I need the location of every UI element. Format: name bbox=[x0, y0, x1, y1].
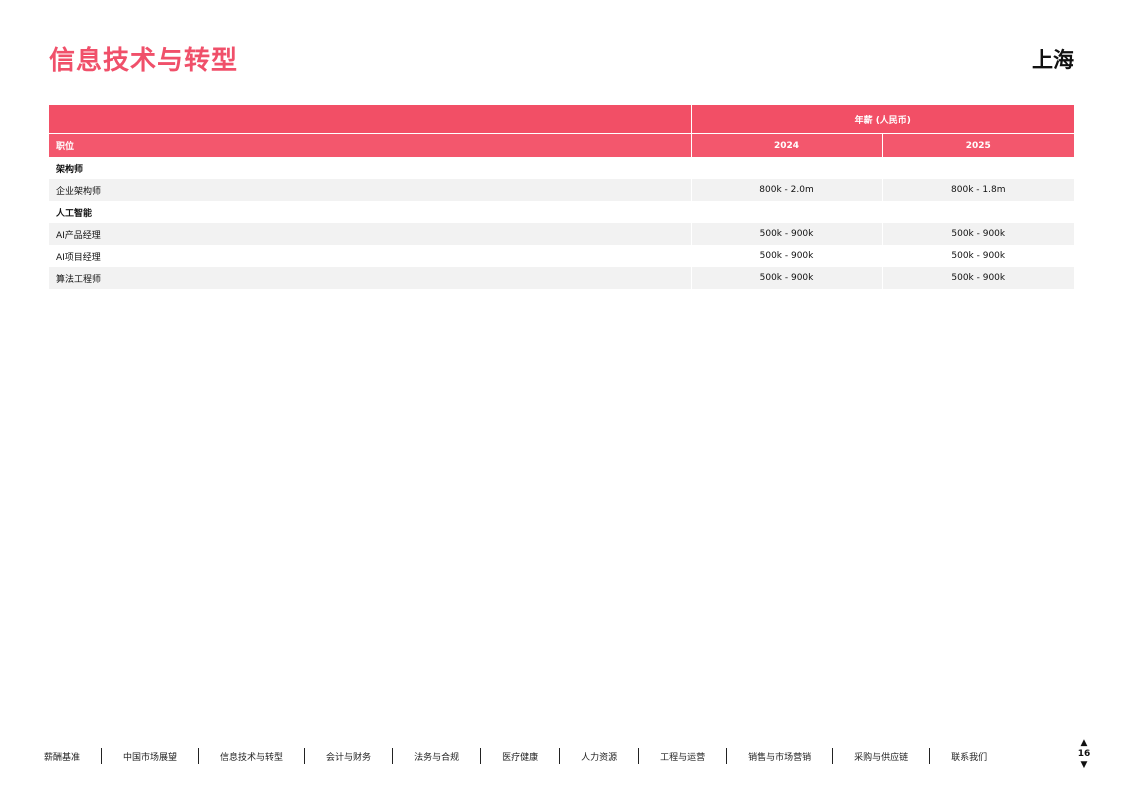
salary-2025-cell: 800k - 1.8m bbox=[882, 179, 1074, 201]
salary-2024-cell: 500k - 900k bbox=[691, 245, 883, 267]
triangle-down-icon[interactable]: ▼ bbox=[1081, 760, 1088, 770]
table-row: AI项目经理 500k - 900k 500k - 900k bbox=[49, 245, 1074, 267]
role-cell: 算法工程师 bbox=[49, 267, 692, 289]
role-cell: AI产品经理 bbox=[49, 223, 692, 245]
salary-2024-cell: 800k - 2.0m bbox=[691, 179, 883, 201]
category-row: 架构师 bbox=[49, 157, 1074, 179]
salary-2025-cell: 500k - 900k bbox=[882, 245, 1074, 267]
footer-link-salary-benchmark[interactable]: 薪酬基准 bbox=[40, 750, 101, 763]
page-navigator: ▲ 16 ▼ bbox=[1076, 738, 1092, 770]
role-cell: AI项目经理 bbox=[49, 245, 692, 267]
footer-nav: 薪酬基准 中国市场展望 信息技术与转型 会计与财务 法务与合规 医疗健康 人力资… bbox=[40, 747, 1008, 765]
salary-2024-cell: 500k - 900k bbox=[691, 267, 883, 289]
footer-link-it-transformation[interactable]: 信息技术与转型 bbox=[199, 750, 304, 763]
category-label: 架构师 bbox=[49, 157, 692, 179]
footer-link-accounting-finance[interactable]: 会计与财务 bbox=[305, 750, 392, 763]
role-column-header: 职位 bbox=[49, 133, 692, 157]
table-group-header-row: 年薪 (人民币) bbox=[49, 105, 1074, 134]
salary-group-header: 年薪 (人民币) bbox=[691, 105, 1074, 134]
table-row: 企业架构师 800k - 2.0m 800k - 1.8m bbox=[49, 179, 1074, 201]
page-number: 16 bbox=[1077, 749, 1091, 759]
category-row: 人工智能 bbox=[49, 201, 1074, 223]
table-row: 算法工程师 500k - 900k 500k - 900k bbox=[49, 267, 1074, 289]
city-label: 上海 bbox=[1032, 48, 1074, 72]
triangle-up-icon[interactable]: ▲ bbox=[1081, 738, 1088, 748]
footer-link-procurement-supply-chain[interactable]: 采购与供应链 bbox=[833, 750, 929, 763]
category-label: 人工智能 bbox=[49, 201, 692, 223]
role-cell: 企业架构师 bbox=[49, 179, 692, 201]
footer-link-china-outlook[interactable]: 中国市场展望 bbox=[102, 750, 198, 763]
footer-link-human-resources[interactable]: 人力资源 bbox=[560, 750, 638, 763]
page-title: 信息技术与转型 bbox=[49, 46, 239, 76]
table-row: AI产品经理 500k - 900k 500k - 900k bbox=[49, 223, 1074, 245]
table-header-blank bbox=[49, 105, 692, 134]
footer-link-legal-compliance[interactable]: 法务与合规 bbox=[393, 750, 480, 763]
footer-link-engineering-operations[interactable]: 工程与运营 bbox=[639, 750, 726, 763]
footer-link-sales-marketing[interactable]: 销售与市场营销 bbox=[727, 750, 832, 763]
year-2025-header: 2025 bbox=[882, 133, 1074, 157]
footer-link-healthcare[interactable]: 医疗健康 bbox=[481, 750, 559, 763]
footer-link-contact-us[interactable]: 联系我们 bbox=[930, 750, 1008, 763]
salary-2024-cell: 500k - 900k bbox=[691, 223, 883, 245]
salary-2025-cell: 500k - 900k bbox=[882, 223, 1074, 245]
year-2024-header: 2024 bbox=[691, 133, 883, 157]
table-column-header-row: 职位 2024 2025 bbox=[49, 133, 1074, 157]
salary-2025-cell: 500k - 900k bbox=[882, 267, 1074, 289]
salary-table: 年薪 (人民币) 职位 2024 2025 架构师 企业架构师 800k - 2… bbox=[49, 105, 1074, 289]
